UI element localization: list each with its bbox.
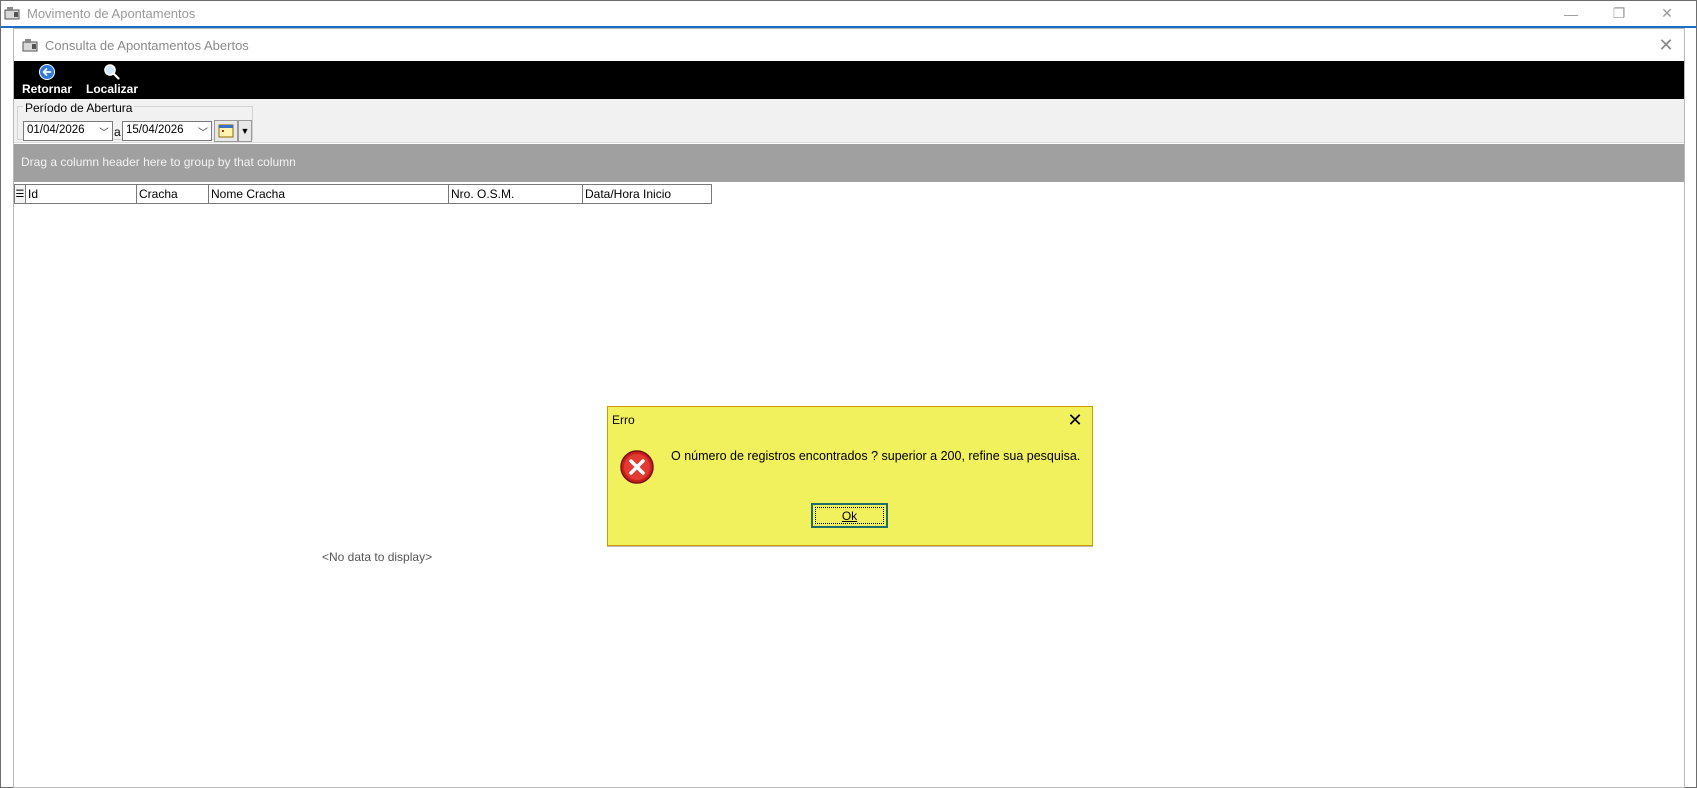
magnifier-icon [103,63,121,81]
outer-close-button[interactable]: ✕ [1644,1,1690,26]
filter-panel: Período de Abertura 01/04/2026 ﹀ a 15/04… [14,99,1684,143]
inner-window-title: Consulta de Apontamentos Abertos [45,38,249,53]
column-header-nro-osm[interactable]: Nro. O.S.M. [449,185,583,203]
column-header-cracha[interactable]: Cracha [137,185,209,203]
form-icon [22,37,40,53]
dialog-title: Erro [612,413,635,427]
outer-window-title: Movimento de Apontamentos [27,6,196,21]
dialog-message: O número de registros encontrados ? supe… [671,449,1081,463]
calendar-dropdown-button[interactable]: ▼ [238,120,252,142]
date-to-value: 15/04/2026 [126,124,184,136]
date-separator: a [114,125,121,139]
group-by-panel[interactable]: Drag a column header here to group by th… [14,144,1684,182]
caret-down-icon: ▼ [240,126,250,136]
minimize-button[interactable]: — [1548,1,1594,26]
date-from-picker[interactable]: 01/04/2026 ﹀ [23,121,113,141]
outer-titlebar: Movimento de Apontamentos — ❐ ✕ [1,1,1696,26]
grid-header: ☰ Id Cracha Nome Cracha Nro. O.S.M. Data… [14,184,712,204]
localizar-label: Localizar [85,82,139,96]
dialog-titlebar: Erro ✕ [608,407,1092,433]
date-to-picker[interactable]: 15/04/2026 ﹀ [122,121,212,141]
back-arrow-icon [38,63,56,81]
retornar-button[interactable]: Retornar [19,63,75,97]
app-icon [4,5,22,21]
ok-button-label: Ok [841,508,858,523]
date-from-value: 01/04/2026 [27,124,85,136]
column-header-data-hora-inicio[interactable]: Data/Hora Inicio [583,185,711,203]
retornar-label: Retornar [21,82,72,96]
no-data-message: <No data to display> [322,550,433,564]
chevron-down-icon: ﹀ [99,128,109,139]
inner-close-button[interactable]: ✕ [1654,33,1678,57]
inner-titlebar: Consulta de Apontamentos Abertos ✕ [14,29,1684,61]
calendar-button[interactable] [214,120,238,142]
dialog-close-button[interactable]: ✕ [1063,409,1087,431]
ok-button[interactable]: Ok [811,503,888,528]
outer-window: Movimento de Apontamentos — ❐ ✕ Consulta… [0,0,1697,788]
column-chooser-icon[interactable]: ☰ [15,185,26,203]
localizar-button[interactable]: Localizar [84,63,140,97]
group-by-hint: Drag a column header here to group by th… [21,155,296,169]
restore-button[interactable]: ❐ [1596,1,1642,26]
error-icon [619,449,655,485]
calendar-icon [218,124,234,138]
chevron-down-icon: ﹀ [198,128,208,139]
column-header-id[interactable]: Id [26,185,137,203]
toolbar: Retornar Localizar [14,61,1684,99]
column-header-nome-cracha[interactable]: Nome Cracha [209,185,449,203]
period-group-label: Período de Abertura [23,101,135,115]
error-dialog: Erro ✕ O número de registros encontrados… [607,406,1093,546]
period-group: Período de Abertura 01/04/2026 ﹀ a 15/04… [17,101,253,142]
